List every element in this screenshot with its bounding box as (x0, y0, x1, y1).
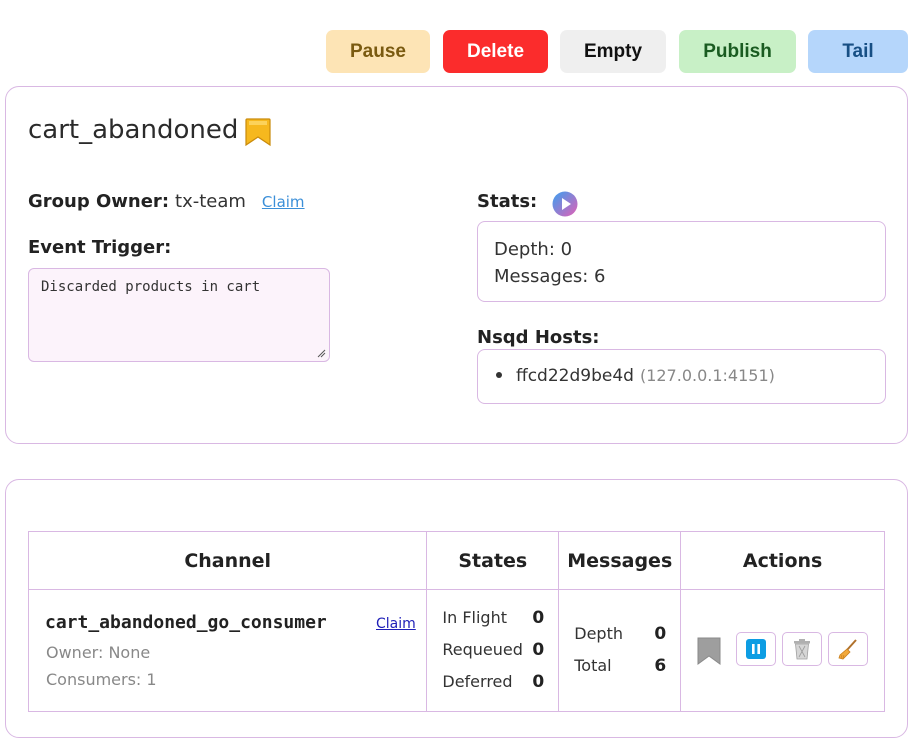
actions-cell (680, 589, 885, 712)
nsqd-hosts-label: Nsqd Hosts: (477, 327, 600, 348)
state-value: 0 (532, 608, 545, 628)
header-states: States (426, 531, 560, 590)
channel-name[interactable]: cart_abandoned_go_consumer (45, 612, 327, 633)
topic-toolbar: Pause Delete Empty Publish Tail (326, 30, 908, 73)
state-in-flight: In Flight 0 (442, 608, 544, 628)
bookmark-icon[interactable] (696, 637, 722, 665)
empty-channel-button[interactable] (828, 632, 869, 666)
group-owner-label: Group Owner: (28, 191, 170, 212)
bullet-icon (496, 372, 502, 378)
group-owner-value: tx-team (175, 191, 246, 212)
stats-depth: Depth: 0 (494, 239, 573, 260)
delete-button[interactable]: Delete (443, 30, 548, 73)
state-deferred: Deferred 0 (442, 672, 544, 692)
nsqd-host-name[interactable]: ffcd22d9be4d (516, 366, 634, 386)
trash-icon (794, 639, 811, 660)
header-actions: Actions (680, 531, 885, 590)
channel-consumers: Consumers: 1 (46, 670, 157, 689)
message-label: Depth (574, 624, 623, 643)
stats-messages: Messages: 6 (494, 266, 606, 287)
event-trigger-label: Event Trigger: (28, 237, 172, 258)
tail-button[interactable]: Tail (808, 30, 908, 73)
topic-card: cart_abandoned Group Owner: tx-team Clai… (5, 86, 908, 444)
pause-channel-button[interactable] (736, 632, 777, 666)
message-depth: Depth 0 (574, 624, 666, 644)
event-trigger-value: Discarded products in cart (41, 279, 261, 295)
state-requeued: Requeued 0 (442, 640, 544, 660)
topic-title: cart_abandoned (28, 115, 239, 145)
empty-button[interactable]: Empty (560, 30, 666, 73)
group-owner-row: Group Owner: tx-team Claim (28, 191, 305, 212)
message-value: 6 (654, 656, 667, 676)
claim-channel-link[interactable]: Claim (376, 616, 416, 632)
state-label: In Flight (442, 608, 507, 627)
pause-button[interactable]: Pause (326, 30, 430, 73)
broom-icon (838, 639, 857, 660)
stats-box: Depth: 0 Messages: 6 (477, 221, 886, 302)
header-messages: Messages (558, 531, 682, 590)
state-value: 0 (532, 640, 545, 660)
bookmark-icon[interactable] (244, 117, 272, 147)
message-label: Total (574, 656, 612, 675)
state-value: 0 (532, 672, 545, 692)
header-channel: Channel (27, 531, 428, 590)
message-value: 0 (654, 624, 667, 644)
pause-icon (746, 639, 767, 659)
channels-table: Channel States Messages Actions cart_aba… (27, 531, 885, 712)
message-total: Total 6 (574, 656, 666, 676)
table-header-row: Channel States Messages Actions (27, 531, 885, 590)
delete-channel-button[interactable] (782, 632, 823, 666)
states-cell: In Flight 0 Requeued 0 Deferred 0 (426, 589, 560, 712)
channel-cell: cart_abandoned_go_consumer Claim Owner: … (27, 589, 428, 712)
publish-button[interactable]: Publish (679, 30, 796, 73)
stats-label: Stats: (477, 191, 538, 212)
claim-topic-link[interactable]: Claim (262, 193, 305, 211)
channels-card: Channel States Messages Actions cart_aba… (5, 479, 908, 738)
nsqd-host-item: ffcd22d9be4d (127.0.0.1:4151) (496, 366, 775, 386)
state-label: Deferred (442, 672, 513, 691)
nsqd-hosts-list: ffcd22d9be4d (127.0.0.1:4151) (477, 349, 886, 404)
event-trigger-field[interactable]: Discarded products in cart (28, 268, 330, 362)
channel-owner: Owner: None (46, 643, 151, 662)
resize-handle-icon[interactable] (317, 349, 326, 358)
play-icon[interactable] (552, 191, 578, 217)
messages-cell: Depth 0 Total 6 (558, 589, 682, 712)
nsqd-host-address: (127.0.0.1:4151) (639, 366, 775, 385)
table-row: cart_abandoned_go_consumer Claim Owner: … (27, 589, 885, 712)
state-label: Requeued (442, 640, 523, 659)
